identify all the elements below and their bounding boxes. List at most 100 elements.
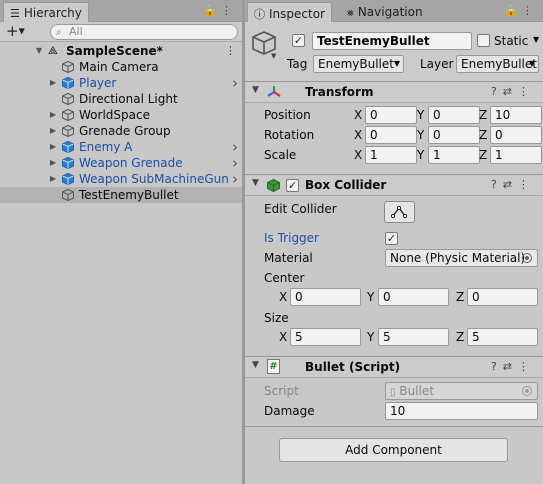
tag-dropdown[interactable]: EnemyBullet ▼ [313, 55, 404, 73]
scale-x-field[interactable]: 1 [365, 146, 417, 164]
sliders-icon[interactable]: ⇄ [503, 360, 518, 373]
fold-right-icon[interactable]: ▶ [50, 139, 56, 155]
transform-header[interactable]: ▼ Transform ?⇄⋮ [245, 81, 543, 103]
list-icon: ☰ [10, 7, 20, 20]
box-collider-header[interactable]: ▼ ✓ Box Collider ?⇄⋮ [245, 174, 543, 196]
object-name-field[interactable]: TestEnemyBullet [312, 32, 472, 50]
script-label: Script [264, 384, 299, 398]
chevron-right-icon[interactable]: › [232, 171, 238, 187]
add-component-button[interactable]: Add Component [279, 438, 508, 462]
bullet-script-header[interactable]: ▼ # Bullet (Script) ?⇄⋮ [245, 356, 543, 378]
edit-collider-button[interactable] [384, 201, 415, 223]
search-icon: ⌕ [56, 27, 62, 38]
position-x-field[interactable]: 0 [365, 106, 417, 124]
axis-label-y: Y [417, 148, 425, 162]
rotation-z-field[interactable]: 0 [490, 126, 542, 144]
hierarchy-item[interactable]: ▶ Grenade Group [0, 123, 242, 139]
scale-z-field[interactable]: 1 [490, 146, 542, 164]
chevron-right-icon[interactable]: › [232, 75, 238, 91]
kebab-menu-icon[interactable]: ⋮ [518, 178, 535, 191]
fold-down-icon[interactable]: ▼ [36, 43, 42, 59]
fold-down-icon[interactable]: ▼ [252, 85, 259, 95]
fold-right-icon[interactable]: ▶ [50, 107, 56, 123]
static-label: Static [494, 34, 529, 48]
object-picker-icon[interactable] [522, 253, 532, 263]
object-picker-icon [522, 386, 532, 396]
tab-hierarchy[interactable]: ☰ Hierarchy [3, 2, 89, 22]
hierarchy-item[interactable]: Main Camera [0, 59, 242, 75]
box-collider-icon [267, 179, 280, 192]
hierarchy-item[interactable]: ▶ Weapon SubMachineGun › [0, 171, 242, 187]
fold-right-icon[interactable]: ▶ [50, 123, 56, 139]
sliders-icon[interactable]: ⇄ [503, 85, 518, 98]
scale-y-field[interactable]: 1 [428, 146, 480, 164]
create-button[interactable]: +▼ [6, 23, 25, 40]
chevron-down-icon[interactable]: ▼ [533, 35, 539, 44]
active-checkbox[interactable]: ✓ [292, 34, 305, 47]
hierarchy-item[interactable]: Directional Light [0, 91, 242, 107]
size-y-field[interactable]: 5 [378, 328, 449, 346]
axis-label-z: Z [479, 128, 488, 142]
lock-icon[interactable]: 🔒 [504, 4, 522, 17]
material-field[interactable]: None (Physic Material) [385, 249, 538, 267]
kebab-menu-icon[interactable]: ⋮ [221, 4, 236, 17]
script-value: Bullet [399, 384, 434, 398]
scene-row[interactable]: ▼ ⟁ SampleScene* ⋮ [0, 43, 242, 59]
is-trigger-checkbox[interactable]: ✓ [385, 232, 398, 245]
hierarchy-item[interactable]: ▶ Weapon Grenade › [0, 155, 242, 171]
position-z-field[interactable]: 10 [490, 106, 542, 124]
navigation-tab-label: Navigation [357, 5, 423, 19]
kebab-menu-icon[interactable]: ⋮ [225, 43, 236, 59]
axis-label-x: X [354, 148, 363, 162]
fold-down-icon[interactable]: ▼ [252, 360, 259, 370]
axis-label-y: Y [417, 128, 425, 142]
script-field: ▯ Bullet [385, 382, 538, 400]
info-icon: ⓘ [254, 8, 265, 21]
layer-dropdown[interactable]: EnemyBullet ▼ [456, 55, 539, 73]
hierarchy-item[interactable]: ▶ Enemy A › [0, 139, 242, 155]
rotation-y-field[interactable]: 0 [428, 126, 480, 144]
size-label: Size [264, 311, 289, 325]
help-icon[interactable]: ? [491, 178, 503, 191]
fold-right-icon[interactable]: ▶ [50, 155, 56, 171]
kebab-menu-icon[interactable]: ⋮ [518, 360, 535, 373]
chevron-right-icon[interactable]: › [232, 155, 238, 171]
hierarchy-item-label: Grenade Group [79, 124, 171, 138]
center-x-field[interactable]: 0 [290, 288, 361, 306]
search-input[interactable]: ⌕ All [50, 24, 238, 40]
object-header: ▼ ✓ TestEnemyBullet Static ▼ Tag EnemyBu… [245, 22, 543, 82]
rotation-x-field[interactable]: 0 [365, 126, 417, 144]
center-z-field[interactable]: 0 [467, 288, 538, 306]
axis-label-y: Y [417, 108, 425, 122]
hierarchy-item-label: Weapon SubMachineGun [79, 172, 229, 186]
chevron-down-icon: ▼ [393, 59, 400, 68]
navigation-icon: ⨳ [347, 6, 354, 19]
kebab-menu-icon[interactable]: ⋮ [522, 4, 537, 17]
fold-down-icon[interactable]: ▼ [252, 178, 259, 188]
damage-field[interactable]: 10 [385, 402, 538, 420]
tag-label: Tag [287, 57, 308, 71]
tab-navigation[interactable]: ⨳ Navigation [341, 2, 429, 22]
hierarchy-item-label: Directional Light [79, 92, 178, 106]
help-icon[interactable]: ? [491, 360, 503, 373]
fold-right-icon[interactable]: ▶ [50, 171, 56, 187]
size-x-field[interactable]: 5 [290, 328, 361, 346]
hierarchy-item[interactable]: TestEnemyBullet [0, 187, 242, 203]
center-y-field[interactable]: 0 [378, 288, 449, 306]
kebab-menu-icon[interactable]: ⋮ [518, 85, 535, 98]
axis-label-x: X [354, 108, 363, 122]
hierarchy-tab-label: Hierarchy [23, 6, 82, 20]
fold-right-icon[interactable]: ▶ [50, 75, 56, 91]
lock-icon[interactable]: 🔒 [203, 4, 221, 17]
help-icon[interactable]: ? [491, 85, 503, 98]
box-collider-enabled-checkbox[interactable]: ✓ [286, 179, 299, 192]
position-y-field[interactable]: 0 [428, 106, 480, 124]
size-z-field[interactable]: 5 [467, 328, 538, 346]
tab-inspector[interactable]: ⓘ Inspector [247, 2, 332, 22]
chevron-down-icon[interactable]: ▼ [271, 52, 276, 60]
sliders-icon[interactable]: ⇄ [503, 178, 518, 191]
hierarchy-item[interactable]: ▶ WorldSpace [0, 107, 242, 123]
chevron-right-icon[interactable]: › [232, 139, 238, 155]
hierarchy-item[interactable]: ▶ Player › [0, 75, 242, 91]
static-checkbox[interactable] [477, 34, 490, 47]
